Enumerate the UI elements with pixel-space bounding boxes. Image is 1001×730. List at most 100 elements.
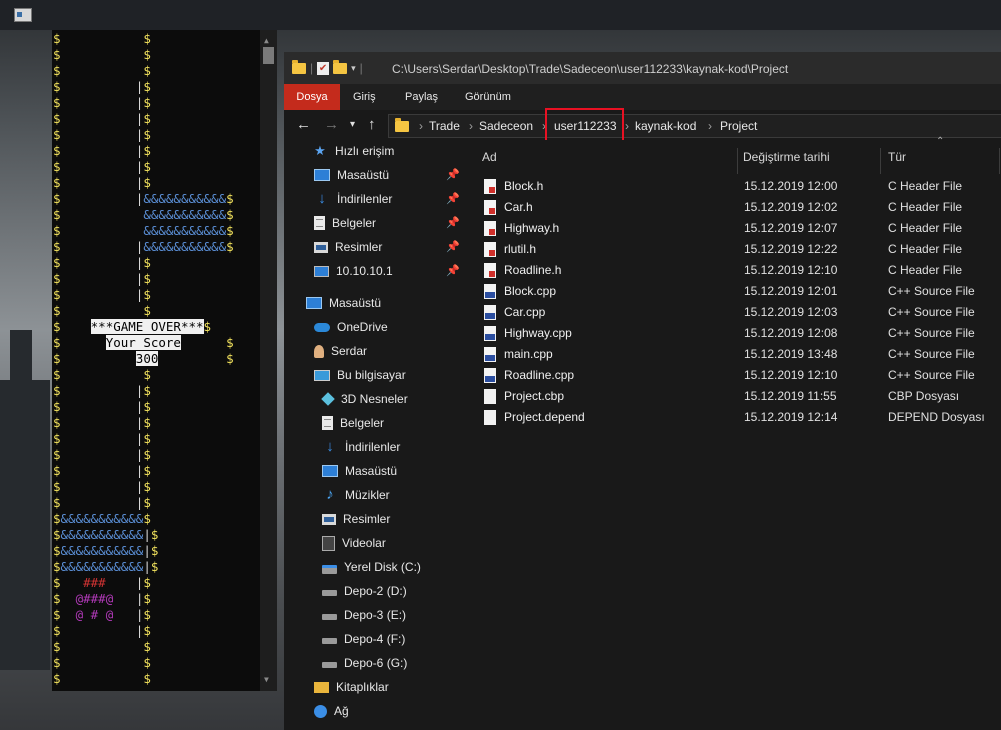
properties-icon[interactable]: ✔ xyxy=(317,61,330,75)
sidebar-item-label: Yerel Disk (C:) xyxy=(344,560,421,574)
forward-arrow-icon[interactable]: → xyxy=(324,116,339,133)
console-scrollbar[interactable]: ▲ ▼ xyxy=(260,30,277,691)
sidebar-item[interactable]: 10.10.10.1 xyxy=(314,260,393,282)
console-line: $&&&&&&&&&&&$ xyxy=(53,511,234,527)
file-row[interactable]: Roadline.cpp 15.12.2019 12:10 C++ Source F… xyxy=(478,365,1001,386)
file-name: Project.cbp xyxy=(504,389,565,403)
file-date: 15.12.2019 12:08 xyxy=(744,326,838,340)
chevron-right-icon[interactable]: › xyxy=(419,119,423,133)
file-row[interactable]: Project.depend 15.12.2019 12:14 DEPEND Dos… xyxy=(478,407,1001,428)
address-bar[interactable]: › Trade › Sadeceon › user112233 › kaynak… xyxy=(388,114,1001,138)
sidebar-item[interactable]: 3D Nesneler xyxy=(321,388,408,410)
sidebar-item[interactable]: Yerel Disk (C:) xyxy=(322,556,421,578)
sidebar-item[interactable]: Belgeler xyxy=(322,412,384,434)
console-window[interactable]: $ $ $ $ $ $ $ |$ $ |$ $ |$ $ |$ $ |$ $ |$ $ |$ $ |… xyxy=(52,30,277,691)
file-row[interactable]: Block.cpp 15.12.2019 12:01 C++ Source File xyxy=(478,281,1001,302)
pin-icon[interactable]: 📌 xyxy=(446,192,460,205)
chevron-right-icon[interactable]: › xyxy=(708,119,712,133)
sidebar-item[interactable]: Kitaplıklar xyxy=(314,676,389,698)
sidebar-item[interactable]: ↓ İndirilenler xyxy=(314,188,392,210)
sidebar-item[interactable]: Belgeler xyxy=(314,212,376,234)
console-line: $ |&&&&&&&&&&&$ xyxy=(53,191,234,207)
pin-icon[interactable]: 📌 xyxy=(446,168,460,181)
pin-icon[interactable]: 📌 xyxy=(446,240,460,253)
pin-icon[interactable]: 📌 xyxy=(446,216,460,229)
sidebar-item[interactable]: Masaüstü xyxy=(322,460,397,482)
tab-file[interactable]: Dosya xyxy=(284,84,340,110)
file-row[interactable]: Car.h 15.12.2019 12:02 C Header File xyxy=(478,197,1001,218)
sidebar-item[interactable]: Depo-6 (G:) xyxy=(322,652,407,674)
tab-view[interactable]: Görünüm xyxy=(465,84,511,110)
file-row[interactable]: Project.cbp 15.12.2019 11:55 CBP Dosyası xyxy=(478,386,1001,407)
breadcrumb-item[interactable]: kaynak-kod xyxy=(635,119,696,133)
file-row[interactable]: Roadline.h 15.12.2019 12:10 C Header File xyxy=(478,260,1001,281)
3d-objects-icon xyxy=(321,392,335,406)
breadcrumb-item[interactable]: Trade xyxy=(429,119,460,133)
chevron-down-icon[interactable]: ▾ xyxy=(351,63,356,74)
folder-icon[interactable] xyxy=(292,59,306,74)
breadcrumb-item[interactable]: Sadeceon xyxy=(479,119,533,133)
sidebar-item[interactable]: ↓ İndirilenler xyxy=(322,436,400,458)
scroll-down-icon[interactable]: ▼ xyxy=(264,672,269,688)
recent-locations-icon[interactable]: ▾ xyxy=(350,119,355,130)
sidebar-item[interactable]: Resimler xyxy=(322,508,390,530)
sidebar-item[interactable]: ♪ Müzikler xyxy=(322,484,389,506)
sidebar-item[interactable]: Videolar xyxy=(322,532,386,554)
sidebar-item-label: İndirilenler xyxy=(337,192,393,206)
sidebar-item[interactable]: Ağ xyxy=(314,700,349,722)
file-row[interactable]: main.cpp 15.12.2019 13:48 C++ Source File xyxy=(478,344,1001,365)
console-text: $ xyxy=(53,655,61,670)
sidebar-item-label: Belgeler xyxy=(332,216,377,230)
column-header-name[interactable]: Ad xyxy=(482,140,497,174)
file-type: C Header File xyxy=(888,242,963,256)
cpp-file-icon xyxy=(484,284,496,299)
sidebar-item[interactable]: Depo-3 (E:) xyxy=(322,604,406,626)
file-row[interactable]: Block.h 15.12.2019 12:00 C Header File xyxy=(478,176,1001,197)
column-header-type[interactable]: Tür xyxy=(888,140,906,174)
breadcrumb-item[interactable]: Project xyxy=(720,119,757,133)
console-text: $ xyxy=(150,527,159,542)
sidebar-item[interactable]: OneDrive xyxy=(314,316,388,338)
console-line: $ Your Score $ xyxy=(53,335,234,351)
sidebar-item[interactable]: Masaüstü xyxy=(314,164,389,186)
sidebar-item[interactable]: ★ Hızlı erişim xyxy=(312,140,394,162)
console-line: $ |$ xyxy=(53,79,234,95)
tab-home[interactable]: Giriş xyxy=(353,84,376,110)
up-arrow-icon[interactable]: ↑ xyxy=(368,116,376,133)
new-folder-icon[interactable] xyxy=(333,59,348,74)
file-row[interactable]: Car.cpp 15.12.2019 12:03 C++ Source File xyxy=(478,302,1001,323)
sidebar-item[interactable]: Depo-2 (D:) xyxy=(322,580,407,602)
console-text: $ xyxy=(143,607,151,622)
console-text: $ xyxy=(53,239,61,254)
drive-icon xyxy=(322,638,337,644)
file-type: C++ Source File xyxy=(888,368,975,382)
console-text: &&&&&&&&&&& xyxy=(60,527,144,542)
sidebar-item[interactable]: Serdar xyxy=(314,340,367,362)
back-arrow-icon[interactable]: ← xyxy=(296,116,311,133)
sidebar-item[interactable]: Bu bilgisayar xyxy=(314,364,406,386)
window-icon[interactable] xyxy=(14,8,32,22)
sidebar-item[interactable]: Depo-4 (F:) xyxy=(322,628,405,650)
file-explorer-window[interactable]: | ✔ ▾ | C:\Users\Serdar\Desktop\Trade\Sa… xyxy=(284,52,1001,730)
sidebar-item[interactable]: Masaüstü xyxy=(306,292,381,314)
console-text: $ xyxy=(143,175,151,190)
column-header-date[interactable]: Değiştirme tarihi xyxy=(743,140,830,174)
downloads-icon: ↓ xyxy=(318,190,326,207)
chevron-right-icon[interactable]: › xyxy=(625,119,629,133)
file-row[interactable]: rlutil.h 15.12.2019 12:22 C Header File xyxy=(478,239,1001,260)
console-text: $ xyxy=(53,623,61,638)
file-type: C Header File xyxy=(888,221,963,235)
scrollbar-thumb[interactable] xyxy=(263,47,274,64)
chevron-right-icon[interactable]: › xyxy=(469,119,473,133)
pin-icon[interactable]: 📌 xyxy=(446,264,460,277)
tab-share[interactable]: Paylaş xyxy=(405,84,438,110)
console-text: $ xyxy=(143,623,151,638)
file-row[interactable]: Highway.cpp 15.12.2019 12:08 C++ Source Fi… xyxy=(478,323,1001,344)
file-row[interactable]: Highway.h 15.12.2019 12:07 C Header File xyxy=(478,218,1001,239)
sidebar-item-label: Resimler xyxy=(335,240,383,254)
sidebar-item[interactable]: Resimler xyxy=(314,236,382,258)
